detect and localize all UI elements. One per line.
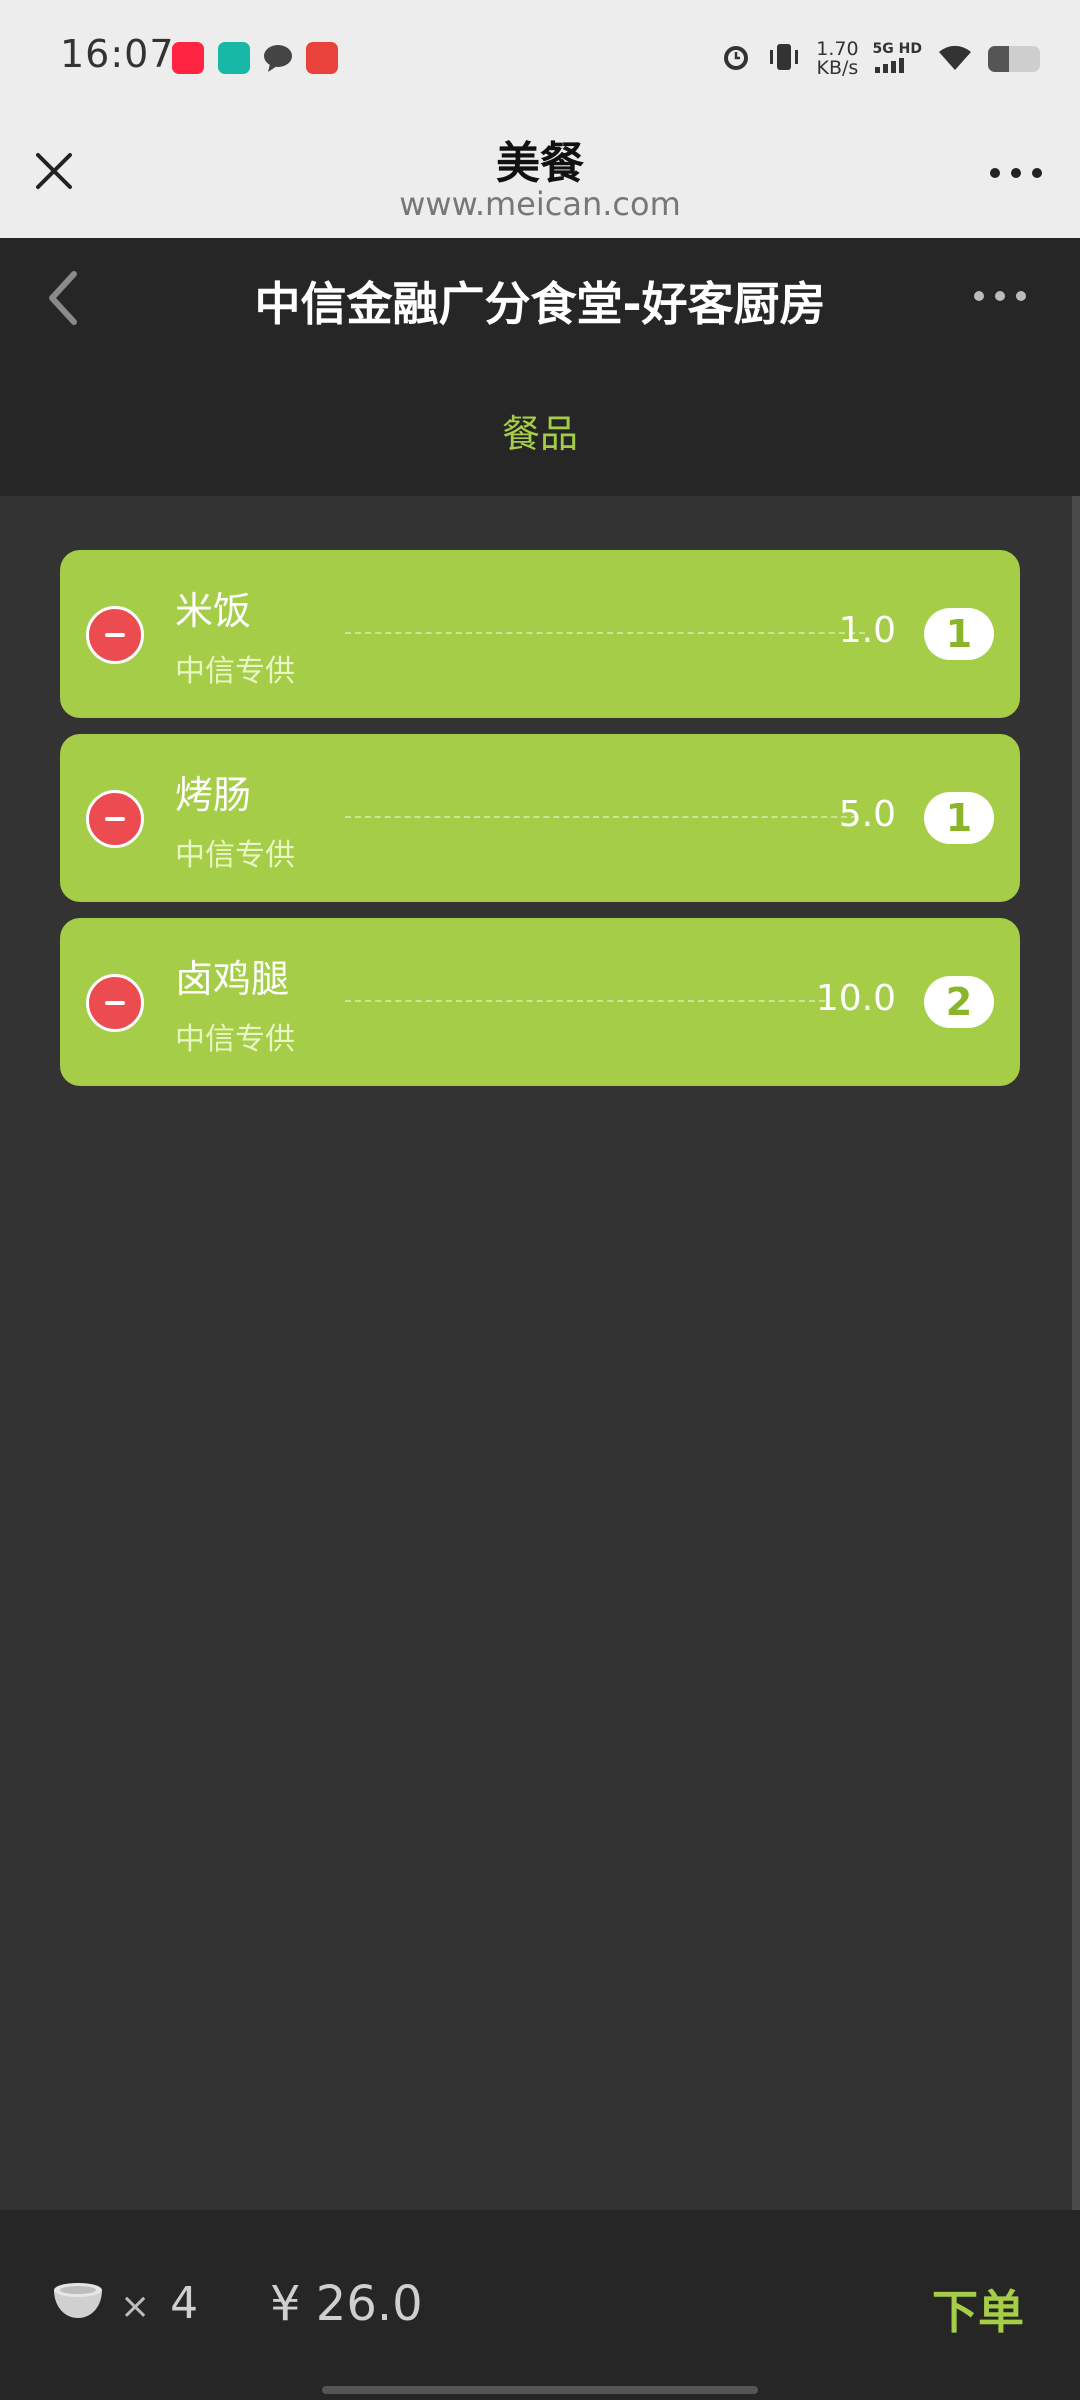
leader-line — [345, 816, 857, 818]
app-url: www.meican.com — [399, 185, 681, 223]
status-bar: 16:07 1.70 KB/s 5G HD — [0, 0, 1080, 115]
shop-app-icon — [306, 42, 338, 74]
item-name: 卤鸡腿 — [175, 957, 290, 1001]
vibrate-icon — [766, 41, 802, 77]
more-icon[interactable] — [972, 288, 1028, 302]
battery-level — [988, 46, 1009, 72]
status-time: 16:07 — [60, 32, 175, 76]
order-item: 烤肠 中信专供 5.0 1 — [60, 734, 1020, 902]
page-header: 中信金融广分食堂-好客厨房 餐品 — [0, 238, 1080, 496]
status-indicators: 1.70 KB/s 5G HD — [720, 36, 1040, 82]
signal-icon — [874, 58, 904, 73]
battery-icon — [988, 46, 1040, 72]
item-subtitle: 中信专供 — [175, 838, 295, 873]
item-quantity-badge: 2 — [924, 976, 994, 1028]
miniprogram-title-bar: 美餐 www.meican.com — [0, 115, 1080, 238]
cart-total: ¥ 26.0 — [270, 2276, 423, 2332]
tab-dishes[interactable]: 餐品 — [0, 403, 1080, 458]
signal-indicator: 5G HD — [873, 41, 922, 77]
message-icon — [262, 42, 294, 74]
wifi-icon — [936, 42, 974, 76]
item-price: 5.0 — [838, 794, 896, 835]
home-indicator[interactable] — [322, 2386, 758, 2394]
item-price: 1.0 — [838, 610, 896, 651]
more-options-icon[interactable] — [988, 165, 1044, 179]
scrollbar[interactable] — [1072, 496, 1080, 2210]
place-order-button[interactable]: 下单 — [932, 2276, 1024, 2342]
app-icon — [218, 42, 250, 74]
bowl-icon — [52, 2278, 104, 2324]
times-sign: × — [120, 2286, 151, 2327]
network-speed-unit: KB/s — [816, 57, 859, 79]
cart-count: × 4 — [120, 2278, 198, 2329]
cart-count-value: 4 — [170, 2278, 199, 2329]
leader-line — [345, 1000, 825, 1002]
item-price: 10.0 — [815, 978, 896, 1019]
alarm-icon — [720, 41, 752, 77]
item-name: 米饭 — [175, 589, 252, 633]
item-name: 烤肠 — [175, 773, 252, 817]
remove-item-button[interactable] — [86, 790, 144, 848]
item-subtitle: 中信专供 — [175, 654, 295, 689]
item-quantity-badge: 1 — [924, 792, 994, 844]
order-item: 米饭 中信专供 1.0 1 — [60, 550, 1020, 718]
remove-item-button[interactable] — [86, 974, 144, 1032]
xiaohongshu-app-icon — [172, 42, 204, 74]
item-quantity-badge: 1 — [924, 608, 994, 660]
network-speed: 1.70 KB/s — [816, 40, 858, 78]
network-type: 5G HD — [872, 41, 922, 57]
item-subtitle: 中信专供 — [175, 1022, 295, 1057]
remove-item-button[interactable] — [86, 606, 144, 664]
leader-line — [345, 632, 865, 634]
page-title: 中信金融广分食堂-好客厨房 — [254, 277, 826, 331]
app-title: 美餐 — [496, 138, 584, 189]
cart-bar: × 4 ¥ 26.0 下单 — [0, 2210, 1080, 2400]
order-item: 卤鸡腿 中信专供 10.0 2 — [60, 918, 1020, 1086]
